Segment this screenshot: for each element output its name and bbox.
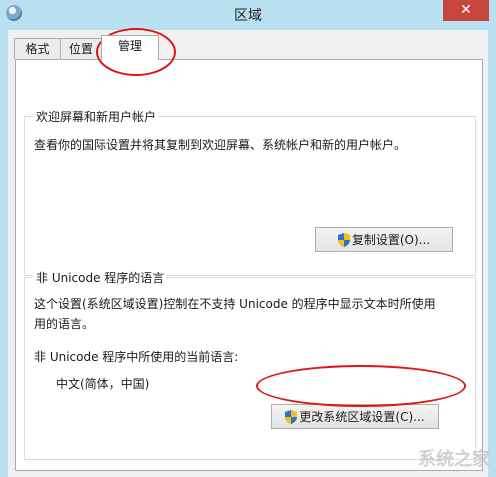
change-system-locale-label: 更改系统区域设置(C)... xyxy=(299,410,425,424)
dialog-client-area: 格式 位置 管理 欢迎屏幕和新用户帐户 查看你的国际设置并将其复制到欢迎屏幕、系… xyxy=(8,30,488,477)
non-unicode-group-legend: 非 Unicode 程序的语言 xyxy=(33,269,168,286)
copy-settings-label: 复制设置(O)... xyxy=(351,233,431,247)
non-unicode-description-line1: 这个设置(系统区域设置)控制在不支持 Unicode 的程序中显示文本时所使用 xyxy=(34,297,436,311)
welcome-group: 欢迎屏幕和新用户帐户 查看你的国际设置并将其复制到欢迎屏幕、系统帐户和新的用户帐… xyxy=(24,108,476,276)
watermark: 系统之家 xyxy=(418,449,490,470)
window-title: 区域 xyxy=(234,8,262,24)
welcome-group-legend: 欢迎屏幕和新用户帐户 xyxy=(33,108,160,125)
close-button[interactable]: ✕ xyxy=(443,0,489,21)
tab-location[interactable]: 位置 xyxy=(60,38,102,59)
non-unicode-description-line2: 用的语言。 xyxy=(34,317,95,331)
title-bar[interactable]: 区域 ✕ xyxy=(0,0,496,28)
uac-shield-icon xyxy=(337,233,350,247)
current-language-label: 非 Unicode 程序中所使用的当前语言: xyxy=(34,350,239,364)
region-dialog: 区域 ✕ 格式 位置 管理 欢迎屏幕和新用户帐户 查看你的国际设置并将其复制到欢… xyxy=(0,0,496,477)
copy-settings-button[interactable]: 复制设置(O)... xyxy=(315,227,453,252)
uac-shield-icon xyxy=(285,410,298,424)
welcome-description: 查看你的国际设置并将其复制到欢迎屏幕、系统帐户和新的用户帐户。 xyxy=(34,138,407,152)
tab-administrative[interactable]: 管理 xyxy=(101,35,159,60)
tab-format[interactable]: 格式 xyxy=(14,38,61,59)
non-unicode-group: 非 Unicode 程序的语言 这个设置(系统区域设置)控制在不支持 Unico… xyxy=(24,269,476,460)
current-language-value: 中文(简体，中国) xyxy=(56,377,150,391)
change-system-locale-button[interactable]: 更改系统区域设置(C)... xyxy=(271,404,439,429)
tab-panel-administrative: 欢迎屏幕和新用户帐户 查看你的国际设置并将其复制到欢迎屏幕、系统帐户和新的用户帐… xyxy=(15,59,483,471)
close-icon: ✕ xyxy=(460,2,472,18)
